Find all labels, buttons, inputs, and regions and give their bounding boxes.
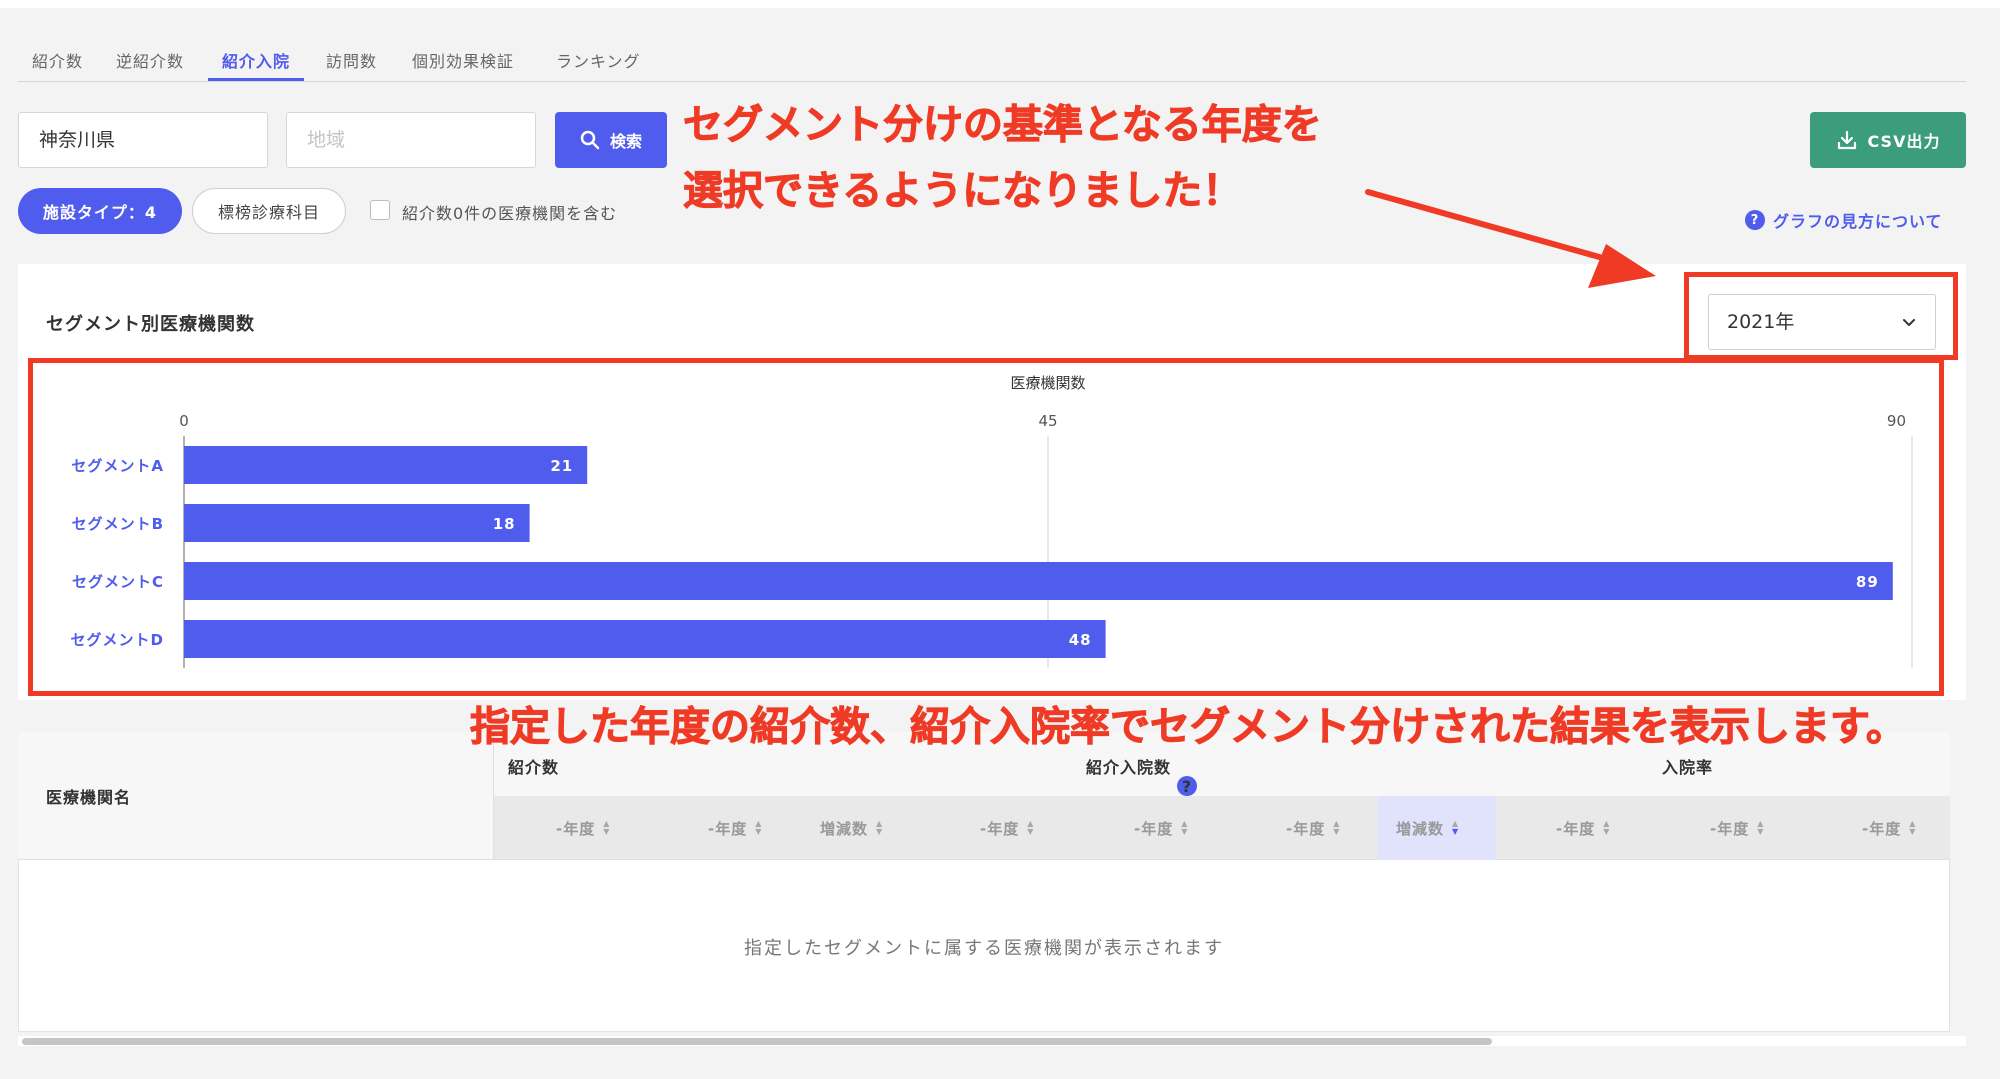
sort-referrals-year-a[interactable]: -年度 ▲ ▼ <box>556 796 610 860</box>
table-empty-message: 指定したセグメントに属する医療機関が表示されます <box>744 938 1224 959</box>
sort-admissions-diff[interactable]: 増減数 ▲ ▼ <box>1378 796 1496 860</box>
chart-tick-label: 45 <box>1038 412 1057 430</box>
sort-icon: ▲ ▼ <box>603 819 611 836</box>
admissions-help-icon[interactable]: ? <box>1177 776 1198 796</box>
sub-header-label: 増減数 <box>820 819 869 838</box>
sub-header-label: -年度 <box>1710 819 1750 838</box>
sub-header-label: -年度 <box>1286 819 1326 838</box>
table-header-name-label: 医療機関名 <box>46 788 132 807</box>
group-admissions: 紹介入院数? <box>1086 754 1198 796</box>
sort-rate-year-b[interactable]: -年度 ▲ ▼ <box>1710 796 1764 860</box>
annotation-text-line2: 選択できるようになりました！ <box>682 168 1243 215</box>
sub-header-label: -年度 <box>708 819 748 838</box>
sort-rate-year-a[interactable]: -年度 ▲ ▼ <box>1556 796 1610 860</box>
group-admissions-label: 紹介入院数 <box>1086 758 1172 777</box>
sort-icon: ▲ ▼ <box>755 819 763 836</box>
sort-icon: ▲ ▼ <box>1909 819 1917 836</box>
chart-tick-label: 0 <box>179 412 189 430</box>
chart-category-label: セグメントC <box>72 573 164 591</box>
sub-header-label: -年度 <box>1556 819 1596 838</box>
group-referrals-label: 紹介数 <box>508 758 560 777</box>
annotation-arrow <box>1365 189 1656 288</box>
sort-admissions-year-c[interactable]: -年度 ▲ ▼ <box>1286 796 1340 860</box>
chart-data-label: 21 <box>550 457 573 475</box>
group-admission-rate-label: 入院率 <box>1662 758 1714 777</box>
sort-rate-year-c[interactable]: -年度 ▲ ▼ <box>1862 796 1916 860</box>
sort-referrals-year-b[interactable]: -年度 ▲ ▼ <box>708 796 762 860</box>
chart-data-label: 18 <box>493 515 516 533</box>
sort-admissions-year-a[interactable]: -年度 ▲ ▼ <box>980 796 1034 860</box>
sort-icon: ▲ ▼ <box>1181 819 1189 836</box>
sort-icon: ▲ ▼ <box>1757 819 1765 836</box>
chart-bar <box>184 504 530 542</box>
sort-referrals-diff[interactable]: 増減数 ▲ ▼ <box>820 796 883 860</box>
chart-bar <box>184 562 1893 600</box>
sort-icon: ▲ ▼ <box>876 819 884 836</box>
table-header-name: 医療機関名 <box>18 732 494 860</box>
chart-data-label: 48 <box>1069 631 1092 649</box>
chart-axis-title: 医療機関数 <box>1010 374 1085 392</box>
sub-header-label: -年度 <box>556 819 596 838</box>
annotation-text-line3: 指定した年度の紹介数、紹介入院率でセグメント分けされた結果を表示します。 <box>470 704 1907 751</box>
sort-icon: ▲ ▼ <box>1452 819 1460 836</box>
sub-header-label: -年度 <box>1134 819 1174 838</box>
chart-bar <box>184 620 1106 658</box>
sort-admissions-year-b[interactable]: -年度 ▲ ▼ <box>1134 796 1188 860</box>
horizontal-scrollbar[interactable] <box>22 1038 1492 1045</box>
sort-icon: ▲ ▼ <box>1603 819 1611 836</box>
sub-header-label: -年度 <box>980 819 1020 838</box>
sort-icon: ▲ ▼ <box>1027 819 1035 836</box>
sort-icon: ▲ ▼ <box>1333 819 1341 836</box>
chart-data-label: 89 <box>1856 573 1879 591</box>
chart-category-label: セグメントA <box>71 457 164 475</box>
sub-header-label: 増減数 <box>1396 819 1445 838</box>
chart-category-label: セグメントD <box>71 631 164 649</box>
chart-tick-label: 90 <box>1887 412 1906 430</box>
sub-header-label: -年度 <box>1862 819 1902 838</box>
chart-category-label: セグメントB <box>72 515 164 533</box>
chart-bar <box>184 446 588 484</box>
annotation-text-line1: セグメント分けの基準となる年度を <box>683 102 1323 149</box>
